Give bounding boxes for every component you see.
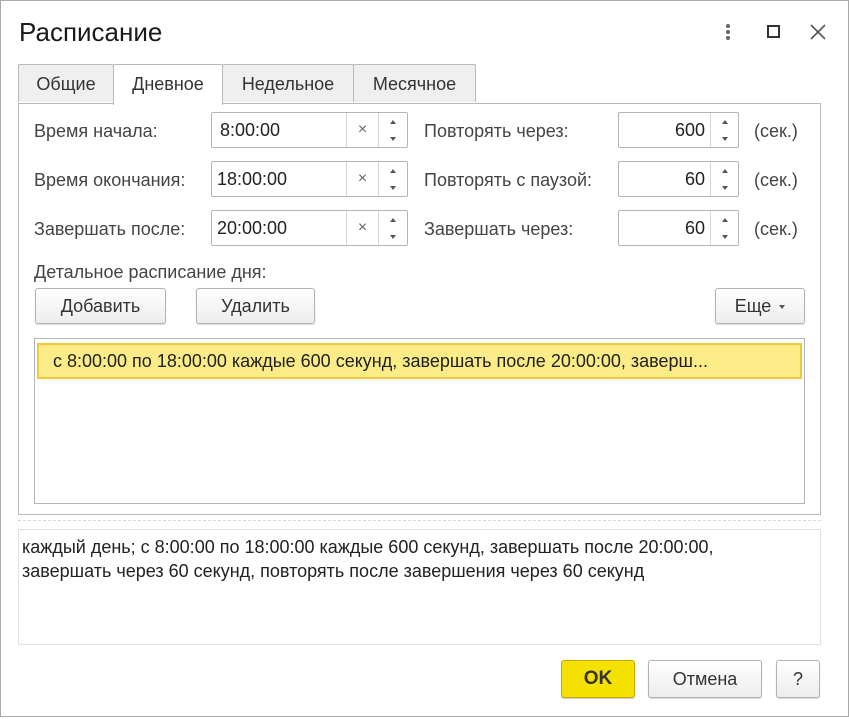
repeat-every-unit: (сек.) [754,121,798,141]
schedule-description-text: каждый день; с 8:00:00 по 18:00:00 кажды… [22,535,814,583]
delete-button[interactable]: Удалить [196,288,315,324]
chevron-up-icon[interactable] [379,113,406,130]
start-time-stepper[interactable] [378,113,406,147]
help-button[interactable]: ? [776,660,820,698]
divider [18,520,821,521]
end-time-field[interactable]: 18:00:00 × [211,161,408,197]
start-time-label: Время начала: [34,121,158,141]
complete-in-unit: (сек.) [754,219,798,239]
schedule-dialog: Расписание Общие Дневное Недельное Месяч… [0,0,849,717]
description-line-1: каждый день; с 8:00:00 по 18:00:00 кажды… [22,537,714,557]
chevron-up-icon[interactable] [379,162,406,179]
complete-after-label: Завершать после: [34,219,186,239]
end-time-clear-button[interactable]: × [346,162,378,196]
start-time-clear-button[interactable]: × [346,113,378,147]
repeat-every-value[interactable]: 600 [675,113,705,147]
chevron-up-icon[interactable] [379,211,406,228]
tab-daily[interactable]: Дневное [113,64,223,105]
complete-after-clear-button[interactable]: × [346,211,378,245]
daily-schedule-list[interactable]: с 8:00:00 по 18:00:00 каждые 600 секунд,… [34,338,805,504]
start-time-value[interactable]: 8:00:00 [220,113,280,147]
chevron-down-icon[interactable] [379,179,406,196]
tab-general[interactable]: Общие [18,64,114,102]
schedule-description: каждый день; с 8:00:00 по 18:00:00 кажды… [18,529,821,645]
close-icon[interactable] [807,19,829,45]
repeat-every-field[interactable]: 600 [618,112,739,148]
repeat-pause-stepper[interactable] [710,162,738,196]
repeat-pause-field[interactable]: 60 [618,161,739,197]
complete-after-stepper[interactable] [378,211,406,245]
complete-in-label: Завершать через: [424,219,574,239]
chevron-down-icon[interactable] [379,228,406,245]
repeat-every-label: Повторять через: [424,121,569,141]
complete-in-field[interactable]: 60 [618,210,739,246]
more-menu-button[interactable]: Еще [715,288,805,324]
complete-in-value[interactable]: 60 [685,211,705,245]
repeat-pause-unit: (сек.) [754,170,798,190]
repeat-pause-label: Повторять с паузой: [424,170,593,190]
chevron-down-icon[interactable] [711,130,738,147]
add-button[interactable]: Добавить [35,288,166,324]
repeat-pause-value[interactable]: 60 [685,162,705,196]
complete-after-value[interactable]: 20:00:00 [217,211,287,245]
more-icon[interactable] [717,19,739,45]
list-item[interactable]: с 8:00:00 по 18:00:00 каждые 600 секунд,… [37,343,802,379]
end-time-value[interactable]: 18:00:00 [217,162,287,196]
tab-weekly[interactable]: Недельное [222,64,354,102]
tab-monthly[interactable]: Месячное [353,64,476,102]
cancel-button[interactable]: Отмена [648,660,762,698]
chevron-down-icon[interactable] [711,228,738,245]
caret-down-icon [779,305,786,310]
end-time-stepper[interactable] [378,162,406,196]
start-time-field[interactable]: 8:00:00 × [211,112,408,148]
more-menu-label: Еще [734,296,772,316]
description-line-2: завершать через 60 секунд, повторять пос… [22,561,645,581]
repeat-every-stepper[interactable] [710,113,738,147]
chevron-up-icon[interactable] [711,113,738,130]
complete-after-field[interactable]: 20:00:00 × [211,210,408,246]
chevron-up-icon[interactable] [711,162,738,179]
maximize-icon[interactable] [763,19,785,45]
chevron-down-icon[interactable] [711,179,738,196]
chevron-up-icon[interactable] [711,211,738,228]
dialog-title: Расписание [19,17,163,47]
complete-in-stepper[interactable] [710,211,738,245]
end-time-label: Время окончания: [34,170,186,190]
daily-panel: Время начала: Время окончания: Завершать… [18,103,821,515]
chevron-down-icon[interactable] [379,130,406,147]
ok-button[interactable]: OK [561,660,635,698]
detail-schedule-label: Детальное расписание дня: [34,262,267,282]
